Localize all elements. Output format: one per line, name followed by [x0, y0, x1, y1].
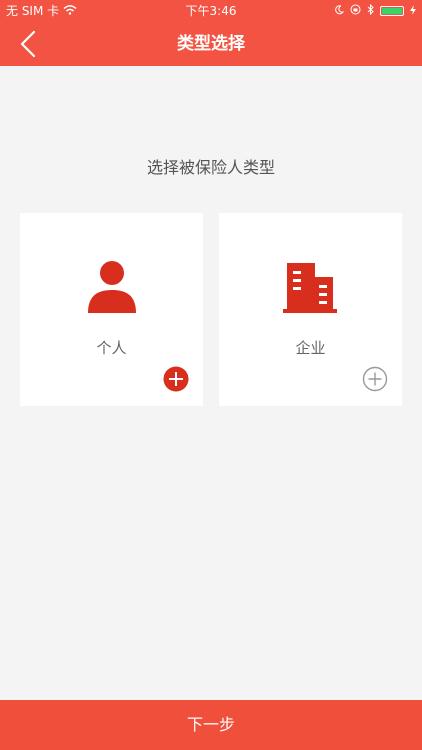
status-bar: 无 SIM 卡 下午3:46 — [0, 0, 422, 22]
plus-circle-outline-icon[interactable] — [362, 366, 388, 392]
status-right — [334, 0, 416, 22]
charging-icon — [410, 0, 416, 22]
battery-level — [382, 8, 402, 14]
next-button[interactable]: 下一步 — [0, 700, 422, 750]
option-label-personal: 个人 — [96, 339, 127, 357]
moon-icon — [334, 0, 345, 22]
option-card-personal[interactable]: 个人 — [20, 213, 203, 406]
top-bar: 无 SIM 卡 下午3:46 类型选择 — [0, 0, 422, 66]
nav-bar: 类型选择 — [0, 22, 422, 66]
prompt-text: 选择被保险人类型 — [146, 158, 275, 177]
option-card-business[interactable]: 企业 — [219, 213, 402, 406]
lock-rotation-icon — [350, 0, 361, 22]
person-icon — [82, 257, 142, 317]
battery-icon — [380, 6, 404, 16]
plus-circle-filled-icon[interactable] — [163, 366, 189, 392]
building-icon — [281, 257, 341, 317]
page-title: 类型选择 — [177, 34, 245, 54]
bluetooth-icon — [367, 0, 374, 22]
option-label-business: 企业 — [295, 339, 326, 357]
